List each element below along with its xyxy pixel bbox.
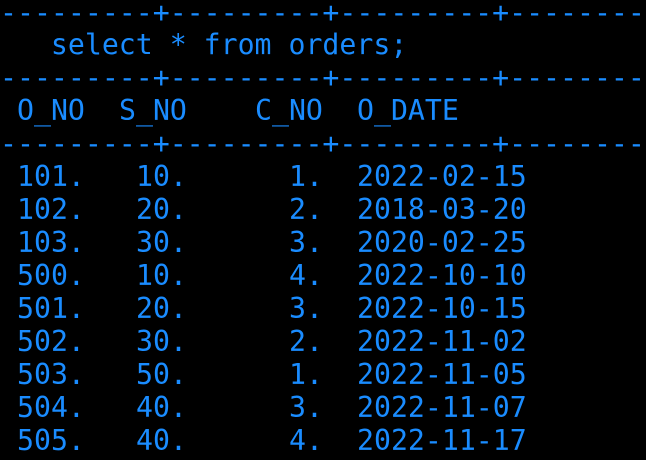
- cell-c-no: 2.: [289, 193, 323, 226]
- cell-c-no: 3.: [289, 391, 323, 424]
- cell-o-no: 500.: [17, 259, 85, 292]
- cell-o-date: 2020-02-25: [357, 226, 527, 259]
- cell-s-no: 30.: [136, 226, 187, 259]
- cell-o-no: 504.: [17, 391, 85, 424]
- column-header-o-date: O_DATE: [357, 94, 459, 127]
- cell-s-no: 40.: [136, 424, 187, 457]
- cell-o-date: 2022-10-10: [357, 259, 527, 292]
- column-header-c-no: C_NO: [255, 94, 323, 127]
- cell-s-no: 50.: [136, 358, 187, 391]
- cell-o-date: 2022-11-05: [357, 358, 527, 391]
- cell-o-no: 501.: [17, 292, 85, 325]
- separator-after-header: ---------+---------+---------+--------: [0, 127, 645, 160]
- cell-c-no: 3.: [289, 292, 323, 325]
- cell-o-no: 102.: [17, 193, 85, 226]
- cell-c-no: 4.: [289, 259, 323, 292]
- separator-top: ---------+---------+---------+--------: [0, 0, 645, 29]
- cell-o-date: 2018-03-20: [357, 193, 527, 226]
- cell-o-no: 503.: [17, 358, 85, 391]
- cell-o-date: 2022-11-02: [357, 325, 527, 358]
- cell-c-no: 4.: [289, 424, 323, 457]
- sql-command: select * from orders;: [0, 28, 408, 61]
- cell-o-no: 502.: [17, 325, 85, 358]
- cell-o-date: 2022-10-15: [357, 292, 527, 325]
- cell-o-date: 2022-11-17: [357, 424, 527, 457]
- cell-c-no: 2.: [289, 325, 323, 358]
- cell-o-date: 2022-11-07: [357, 391, 527, 424]
- terminal-window[interactable]: ---------+---------+---------+-------- s…: [0, 0, 646, 460]
- cell-s-no: 40.: [136, 391, 187, 424]
- cell-o-no: 505.: [17, 424, 85, 457]
- cell-s-no: 30.: [136, 325, 187, 358]
- cell-s-no: 10.: [136, 160, 187, 193]
- cell-c-no: 3.: [289, 226, 323, 259]
- column-header-o-no: O_NO: [17, 94, 85, 127]
- separator-mid: ---------+---------+---------+--------: [0, 61, 645, 94]
- cell-s-no: 20.: [136, 193, 187, 226]
- cell-o-date: 2022-02-15: [357, 160, 527, 193]
- cell-s-no: 20.: [136, 292, 187, 325]
- cell-s-no: 10.: [136, 259, 187, 292]
- cell-o-no: 101.: [17, 160, 85, 193]
- cell-c-no: 1.: [289, 358, 323, 391]
- column-header-s-no: S_NO: [119, 94, 187, 127]
- cell-c-no: 1.: [289, 160, 323, 193]
- cell-o-no: 103.: [17, 226, 85, 259]
